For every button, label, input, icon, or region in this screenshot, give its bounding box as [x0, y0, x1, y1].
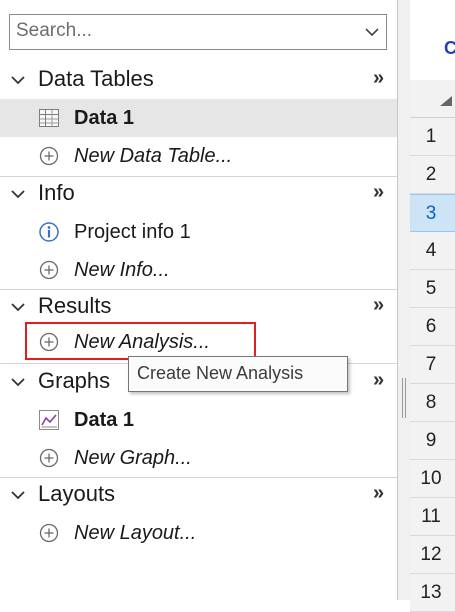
new-graph-item[interactable]: New Graph...	[0, 439, 397, 477]
info-icon	[39, 222, 59, 242]
chevron-down-icon[interactable]	[364, 24, 380, 40]
row-header[interactable]: 4	[410, 232, 455, 270]
section-header-info[interactable]: Info »	[0, 175, 397, 213]
new-layout-item[interactable]: New Layout...	[0, 514, 397, 552]
row-number: 12	[420, 544, 442, 565]
highlight-box	[25, 322, 256, 360]
row-header[interactable]: 8	[410, 384, 455, 422]
row-header[interactable]: 11	[410, 498, 455, 536]
item-label: Data 1	[74, 409, 135, 431]
row-number: 3	[425, 203, 437, 224]
row-number: 2	[425, 164, 437, 185]
row-number: 4	[425, 240, 437, 261]
add-circle-icon	[39, 448, 59, 468]
sort-triangle-icon[interactable]	[440, 96, 452, 106]
add-circle-icon	[39, 260, 59, 280]
row-header[interactable]: 12	[410, 536, 455, 574]
column-header[interactable]: C	[410, 0, 455, 80]
row-header[interactable]: 6	[410, 308, 455, 346]
row-number: 9	[425, 430, 437, 451]
section-title: Graphs	[38, 368, 111, 393]
item-label: New Data Table...	[74, 145, 233, 167]
item-label: New Info...	[74, 259, 170, 281]
data-sheet: C 1 2 3 4 5 6 7 8 9 10 11 12 13	[410, 0, 455, 612]
chevron-down-icon[interactable]	[11, 187, 25, 201]
chevron-down-icon[interactable]	[11, 375, 25, 389]
row-header[interactable]: 7	[410, 346, 455, 384]
new-data-table-item[interactable]: New Data Table...	[0, 137, 397, 175]
column-header-label: C	[444, 38, 455, 58]
add-circle-icon	[39, 146, 59, 166]
section-title: Layouts	[38, 481, 116, 506]
expand-more-icon[interactable]: »	[373, 294, 384, 317]
item-label: Project info 1	[74, 221, 191, 243]
chevron-down-icon[interactable]	[11, 300, 25, 314]
search-input[interactable]: Search...	[16, 20, 92, 42]
item-label: New Layout...	[74, 522, 197, 544]
row-number: 8	[425, 392, 437, 413]
expand-more-icon[interactable]: »	[373, 181, 384, 204]
section-title: Data Tables	[38, 66, 154, 91]
expand-more-icon[interactable]: »	[373, 482, 384, 505]
section-title: Info	[38, 180, 75, 205]
splitter-grip-icon[interactable]	[401, 378, 407, 418]
row-header[interactable]: 9	[410, 422, 455, 460]
row-number: 10	[420, 468, 442, 489]
row-number: 11	[421, 506, 441, 527]
row-header[interactable]: 3	[410, 194, 455, 232]
row-number: 13	[420, 582, 442, 603]
row-number: 7	[425, 354, 437, 375]
row-number: 6	[425, 316, 437, 337]
add-circle-icon	[39, 523, 59, 543]
search-box[interactable]: Search...	[9, 14, 387, 50]
new-info-item[interactable]: New Info...	[0, 251, 397, 289]
chevron-down-icon[interactable]	[11, 488, 25, 502]
section-title: Results	[38, 293, 112, 318]
row-header[interactable]: 5	[410, 270, 455, 308]
row-number: 5	[425, 278, 437, 299]
panel-splitter[interactable]	[397, 0, 410, 600]
section-header-results[interactable]: Results »	[0, 288, 397, 326]
section-header-data-tables[interactable]: Data Tables »	[0, 61, 397, 99]
row-header[interactable]: 1	[410, 118, 455, 156]
expand-more-icon[interactable]: »	[373, 67, 384, 90]
section-header-layouts[interactable]: Layouts »	[0, 476, 397, 514]
expand-more-icon[interactable]: »	[373, 369, 384, 392]
graph-icon	[39, 410, 59, 430]
graph-item-data-1[interactable]: Data 1	[0, 401, 397, 439]
row-header[interactable]: 2	[410, 156, 455, 194]
row-header[interactable]: 13	[410, 574, 455, 612]
tooltip-create-new-analysis: Create New Analysis	[128, 356, 348, 392]
row-header[interactable]: 10	[410, 460, 455, 498]
row-number: 1	[425, 126, 437, 147]
item-label: Data 1	[74, 107, 135, 129]
navigator-panel: Search... Data Tables » Data 1 New Data …	[0, 0, 397, 600]
info-item-project-info-1[interactable]: Project info 1	[0, 213, 397, 251]
chevron-down-icon[interactable]	[11, 73, 25, 87]
table-icon	[39, 109, 59, 127]
data-table-item-data-1[interactable]: Data 1	[0, 99, 397, 137]
item-label: New Graph...	[74, 447, 192, 469]
